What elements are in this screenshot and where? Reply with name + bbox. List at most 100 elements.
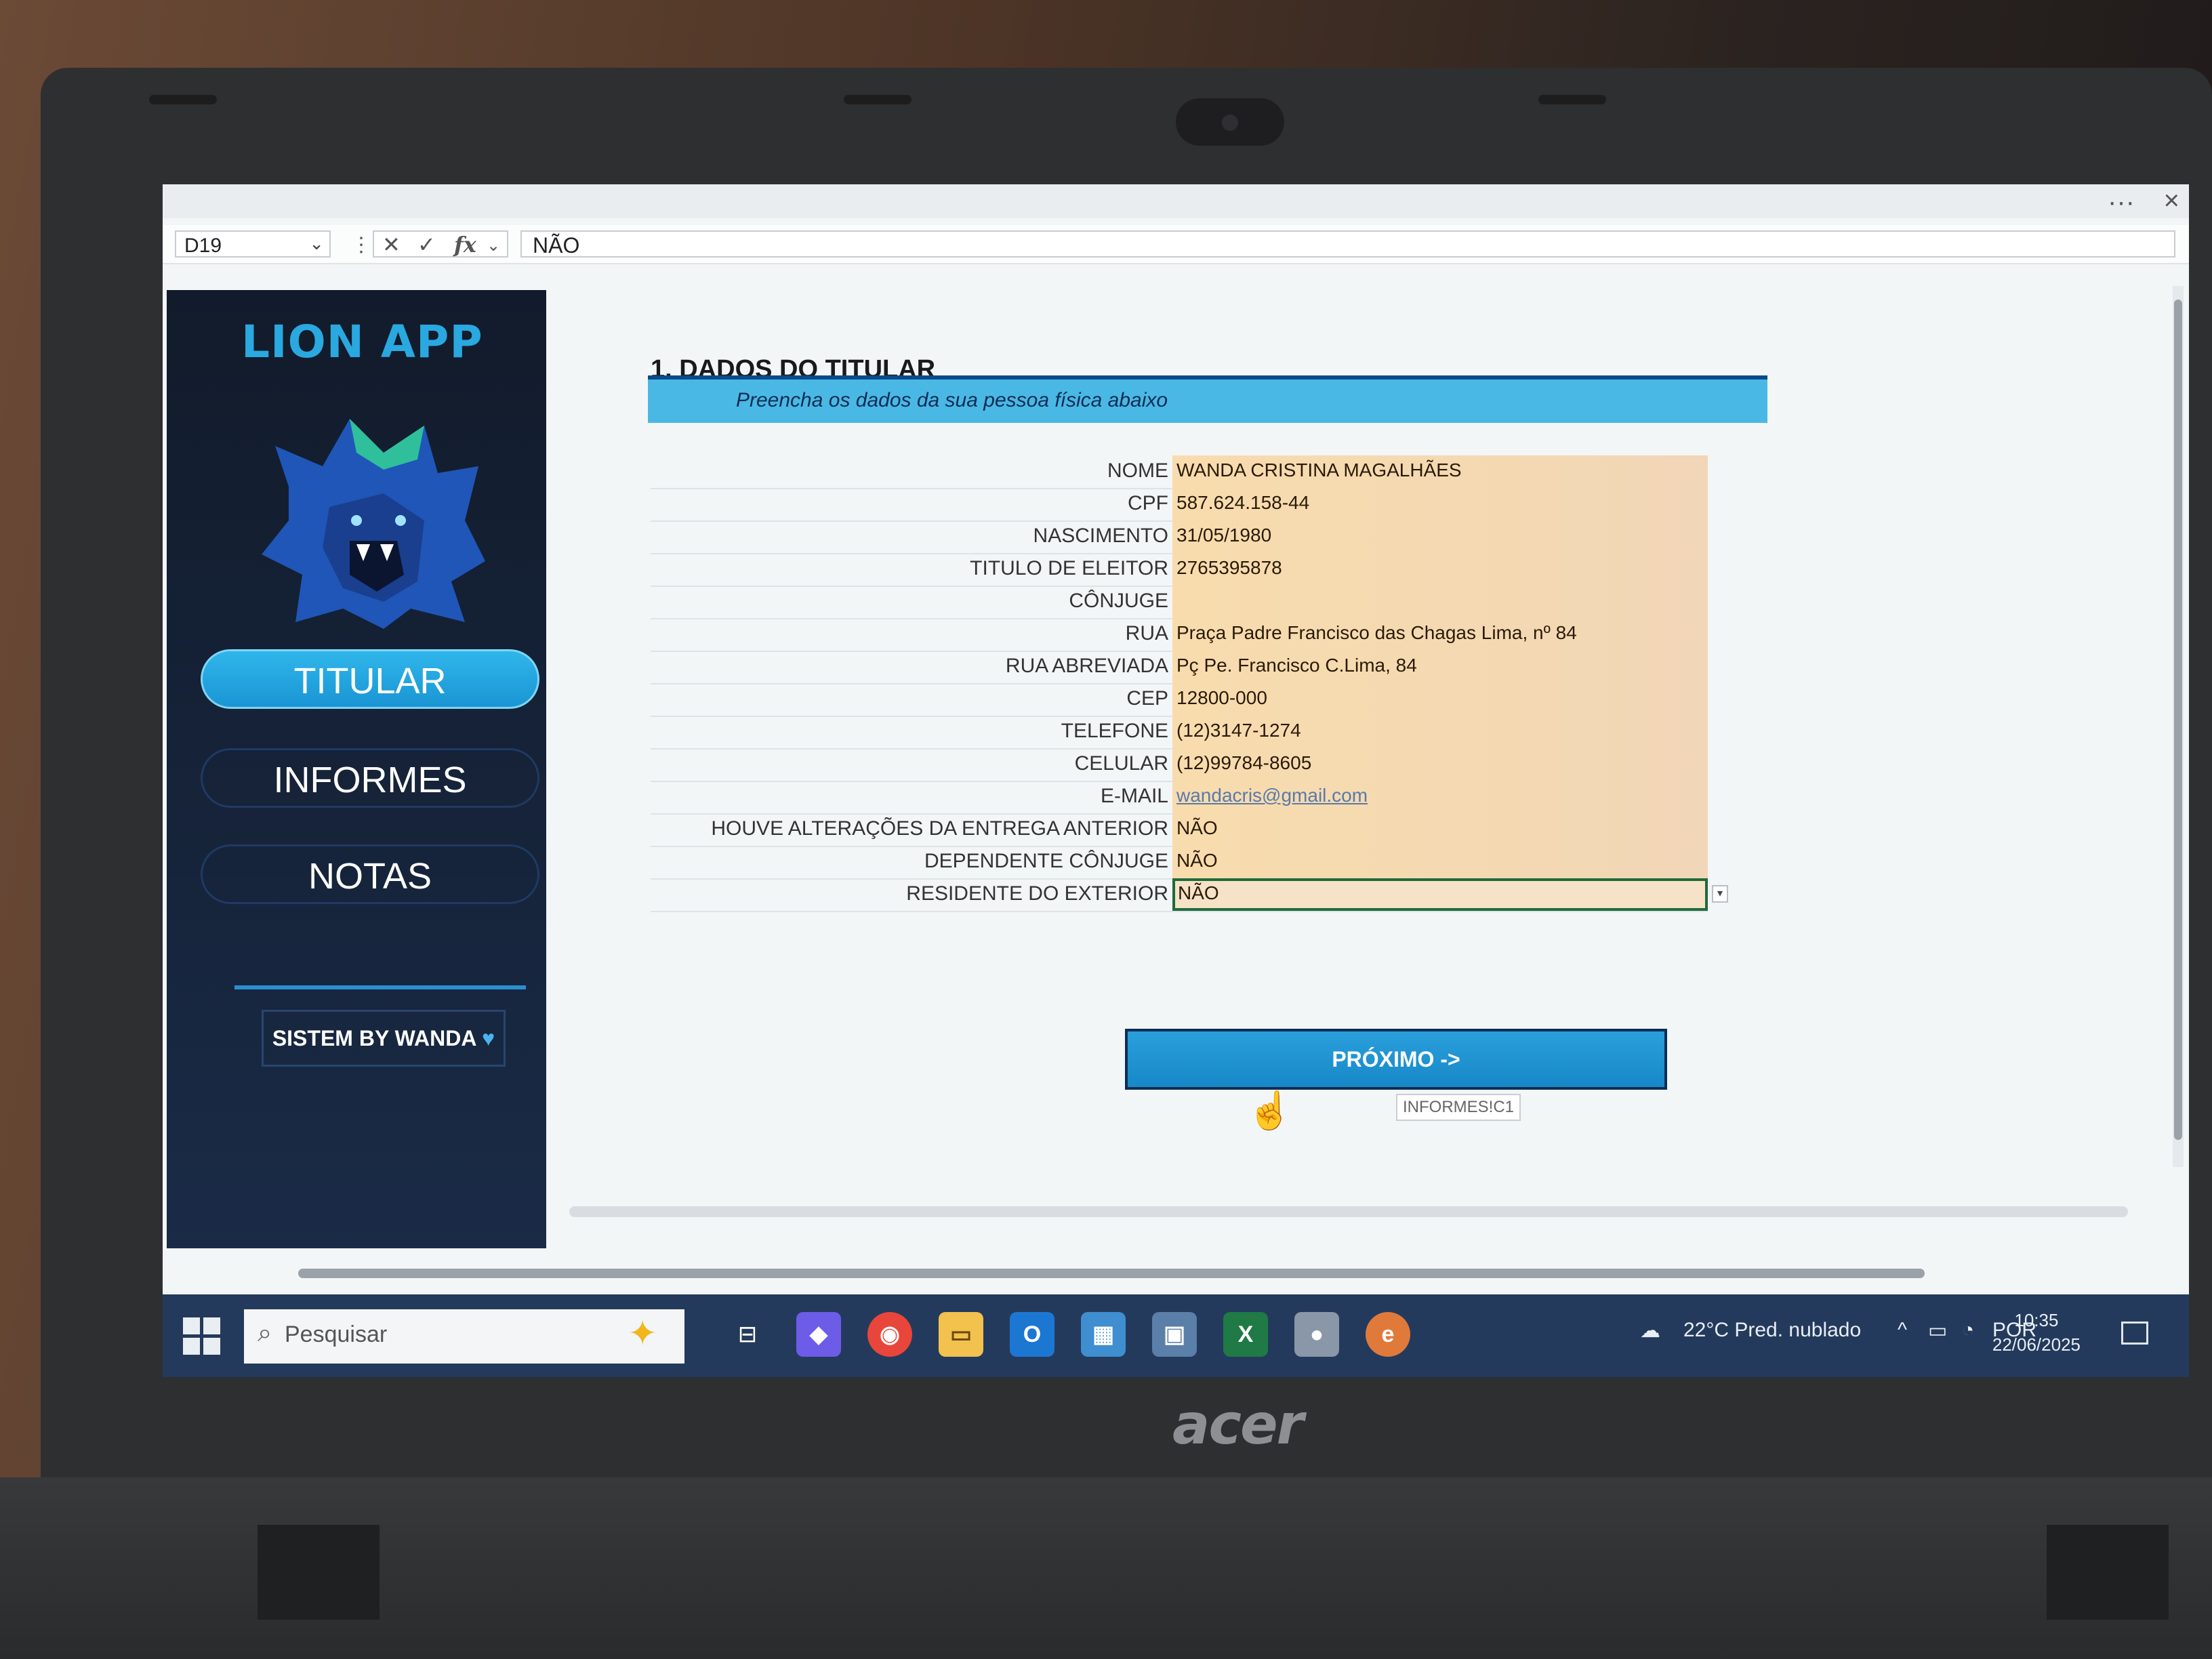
field-value-rua[interactable]: Praça Padre Francisco das Chagas Lima, n… bbox=[1172, 618, 1708, 651]
bezel-slot bbox=[844, 95, 912, 104]
edge-icon[interactable]: e bbox=[1366, 1312, 1410, 1357]
weather-text[interactable]: 22°C Pred. nublado bbox=[1683, 1319, 1861, 1342]
field-row-alteracoes: HOUVE ALTERAÇÕES DA ENTREGA ANTERIOR NÃO bbox=[651, 813, 1708, 847]
lion-logo-icon bbox=[262, 419, 485, 629]
base-foot bbox=[258, 1525, 380, 1620]
field-value-nome[interactable]: WANDA CRISTINA MAGALHÃES bbox=[1172, 455, 1708, 488]
laptop-brand-logo: acer bbox=[1172, 1393, 1304, 1457]
subtitle-banner: Preencha os dados da sua pessoa física a… bbox=[648, 380, 1767, 423]
field-label: CÔNJUGE bbox=[1069, 590, 1168, 612]
nav-informes-button[interactable]: INFORMES bbox=[201, 748, 539, 808]
field-value-conjuge[interactable] bbox=[1172, 586, 1708, 618]
field-row-residente-exterior: RESIDENTE DO EXTERIOR NÃO ▾ bbox=[651, 878, 1728, 912]
chrome-icon[interactable]: ◉ bbox=[867, 1312, 912, 1357]
field-value-residente-exterior[interactable]: NÃO bbox=[1172, 878, 1708, 911]
field-label: RESIDENTE DO EXTERIOR bbox=[906, 882, 1168, 905]
taskbar-search[interactable]: ⌕ Pesquisar ✦ bbox=[244, 1309, 684, 1364]
close-icon[interactable]: × bbox=[2164, 186, 2179, 216]
clock-date: 22/06/2025 bbox=[1992, 1334, 2081, 1355]
function-icon[interactable]: fx bbox=[454, 232, 476, 258]
nav-notas-button[interactable]: NOTAS bbox=[201, 844, 539, 904]
field-label: RUA ABREVIADA bbox=[1005, 655, 1168, 677]
taskbar: ⌕ Pesquisar ✦ ⊟ ◆ ◉ ▭ O ▦ ▣ X ● e ☁ 22°C… bbox=[163, 1294, 2189, 1377]
search-icon: ⌕ bbox=[258, 1319, 272, 1347]
field-value-cpf[interactable]: 587.624.158-44 bbox=[1172, 488, 1708, 520]
field-value-dependente-conjuge[interactable]: NÃO bbox=[1172, 846, 1708, 878]
clock[interactable]: 10:35 22/06/2025 bbox=[1992, 1308, 2081, 1357]
sheet-scrollbar[interactable] bbox=[298, 1269, 1925, 1278]
field-value-rua-abreviada[interactable]: Pç Pe. Francisco C.Lima, 84 bbox=[1172, 651, 1708, 683]
field-value-alteracoes[interactable]: NÃO bbox=[1172, 813, 1708, 846]
clock-time: 10:35 bbox=[2014, 1310, 2059, 1330]
field-label: TELEFONE bbox=[1061, 720, 1168, 742]
scroll-thumb[interactable] bbox=[2174, 300, 2182, 1140]
field-label: NASCIMENTO bbox=[1033, 525, 1168, 547]
bezel-slot bbox=[1538, 95, 1606, 104]
file-explorer-icon[interactable]: ▭ bbox=[939, 1312, 983, 1357]
field-row-email: E-MAIL wandacris@gmail.com bbox=[651, 781, 1708, 815]
formula-input[interactable]: NÃO bbox=[520, 230, 2175, 258]
field-label: NOME bbox=[1107, 459, 1168, 482]
app-brand: LION APP bbox=[241, 316, 483, 368]
field-value-email[interactable]: wandacris@gmail.com bbox=[1172, 781, 1708, 813]
remote-desktop-icon[interactable]: ▣ bbox=[1152, 1312, 1197, 1357]
cancel-icon[interactable]: ✕ bbox=[382, 232, 401, 258]
window-titlebar: ··· × bbox=[163, 184, 2189, 218]
signature-badge: SISTEM BY WANDA ♥ bbox=[262, 1010, 506, 1067]
field-value-celular[interactable]: (12)99784-8605 bbox=[1172, 748, 1708, 781]
hand-cursor-icon: ☝ bbox=[1247, 1090, 1293, 1131]
field-row-nome: NOME WANDA CRISTINA MAGALHÃES bbox=[651, 455, 1708, 489]
chevron-down-icon[interactable]: ⌄ bbox=[309, 233, 324, 254]
copilot-icon[interactable]: ◆ bbox=[796, 1312, 841, 1357]
task-view-icon[interactable]: ⊟ bbox=[725, 1312, 770, 1357]
outlook-icon[interactable]: O bbox=[1010, 1312, 1054, 1357]
check-icon[interactable]: ✓ bbox=[417, 232, 436, 258]
field-label: CPF bbox=[1128, 492, 1168, 514]
horizontal-scrollbar[interactable] bbox=[569, 1206, 2128, 1217]
notification-icon[interactable] bbox=[2121, 1322, 2148, 1345]
copilot-spark-icon[interactable]: ✦ bbox=[628, 1313, 657, 1354]
vertical-scrollbar[interactable] bbox=[2173, 286, 2184, 1167]
chevron-up-icon[interactable]: ^ bbox=[1898, 1319, 1907, 1342]
more-options-icon[interactable]: ··· bbox=[2108, 187, 2135, 218]
heart-icon: ♥ bbox=[482, 1026, 495, 1050]
field-row-cep: CEP 12800-000 bbox=[651, 683, 1708, 717]
field-row-conjuge: CÔNJUGE bbox=[651, 586, 1708, 619]
webcam bbox=[1176, 98, 1284, 146]
nav-titular-button[interactable]: TITULAR bbox=[201, 649, 539, 709]
formula-tools: ✕ ✓ fx ⌄ bbox=[373, 230, 508, 258]
field-value-cep[interactable]: 12800-000 bbox=[1172, 683, 1708, 716]
hyperlink-tooltip: INFORMES!C1 bbox=[1396, 1094, 1521, 1121]
field-value-nascimento[interactable]: 31/05/1980 bbox=[1172, 520, 1708, 553]
screen: ··· × D19 ⌄ ⋮ ✕ ✓ fx ⌄ NÃO LION APP TITU… bbox=[163, 184, 2189, 1377]
calculator-icon[interactable]: ▦ bbox=[1081, 1312, 1126, 1357]
field-value-titulo-eleitor[interactable]: 2765395878 bbox=[1172, 553, 1708, 586]
field-row-cpf: CPF 587.624.158-44 bbox=[651, 488, 1708, 522]
field-row-telefone: TELEFONE (12)3147-1274 bbox=[651, 716, 1708, 750]
subtitle-text: Preencha os dados da sua pessoa física a… bbox=[736, 389, 1168, 411]
formula-bar: D19 ⌄ ⋮ ✕ ✓ fx ⌄ NÃO bbox=[163, 225, 2189, 264]
chevron-down-icon[interactable]: ⌄ bbox=[487, 236, 500, 255]
sidebar-divider bbox=[234, 985, 526, 989]
field-value-telefone[interactable]: (12)3147-1274 bbox=[1172, 716, 1708, 748]
field-label: E-MAIL bbox=[1100, 785, 1168, 807]
wifi-icon[interactable]: ◔ bbox=[1962, 1319, 1974, 1342]
field-label: DEPENDENTE CÔNJUGE bbox=[924, 850, 1168, 872]
battery-icon[interactable]: ▭ bbox=[1928, 1319, 1947, 1343]
weather-icon[interactable]: ☁ bbox=[1640, 1319, 1660, 1343]
separator-icon: ⋮ bbox=[351, 234, 371, 256]
field-label: CEP bbox=[1126, 687, 1168, 710]
camera-app-icon[interactable]: ● bbox=[1294, 1312, 1339, 1357]
field-label: TITULO DE ELEITOR bbox=[970, 557, 1168, 579]
excel-icon[interactable]: X bbox=[1223, 1312, 1268, 1357]
dropdown-arrow-icon[interactable]: ▾ bbox=[1712, 885, 1728, 903]
field-row-rua: RUA Praça Padre Francisco das Chagas Lim… bbox=[651, 618, 1708, 652]
name-box[interactable]: D19 ⌄ bbox=[175, 230, 331, 258]
field-label: RUA bbox=[1125, 622, 1168, 644]
field-row-dependente-conjuge: DEPENDENTE CÔNJUGE NÃO bbox=[651, 846, 1708, 880]
sidebar: LION APP TITULAR INFORMES NOTAS SISTEM B… bbox=[167, 290, 546, 1248]
next-button[interactable]: PRÓXIMO -> bbox=[1125, 1029, 1667, 1090]
windows-start-icon[interactable] bbox=[183, 1317, 221, 1355]
signature-text: SISTEM BY WANDA bbox=[272, 1026, 476, 1050]
field-label: HOUVE ALTERAÇÕES DA ENTREGA ANTERIOR bbox=[711, 817, 1168, 840]
